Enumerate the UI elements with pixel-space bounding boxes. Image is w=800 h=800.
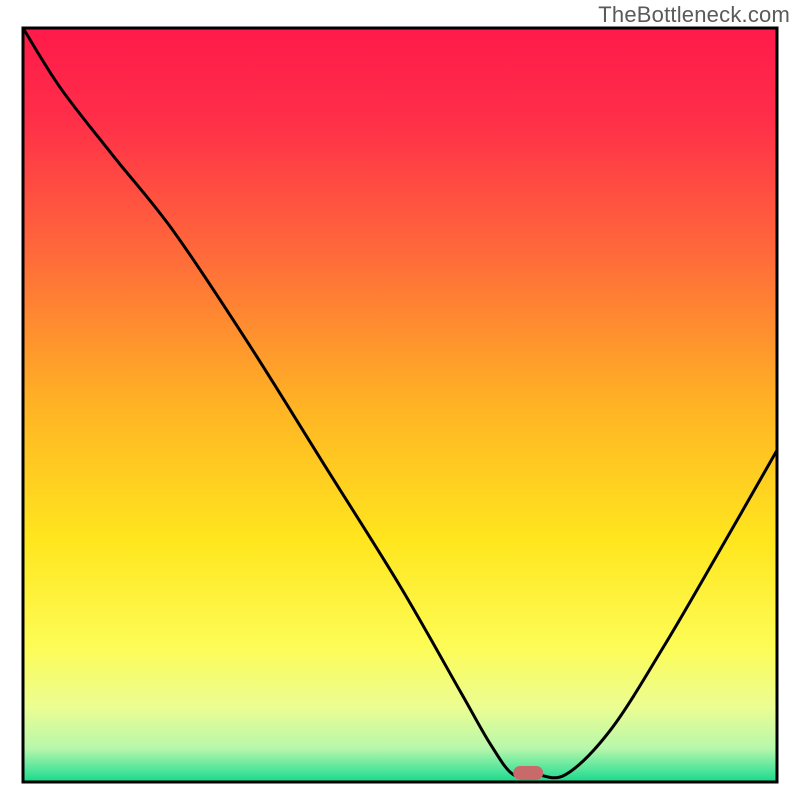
bottleneck-chart [0, 0, 800, 800]
chart-container: TheBottleneck.com [0, 0, 800, 800]
optimum-marker [513, 766, 543, 780]
plot-background [23, 28, 777, 782]
